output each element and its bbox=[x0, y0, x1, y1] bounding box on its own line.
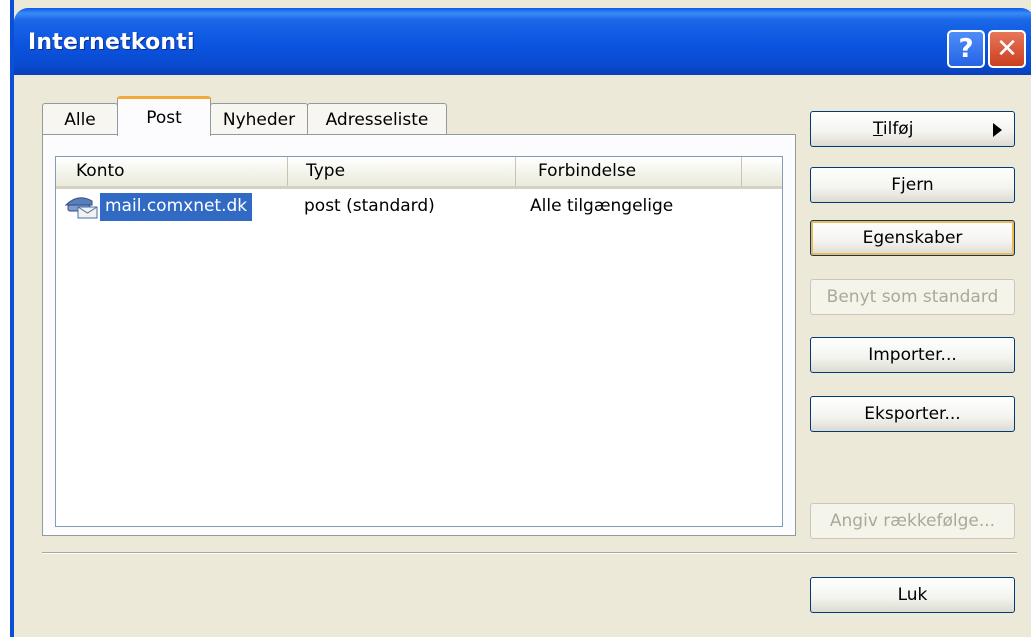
accounts-list[interactable]: Konto Type Forbindelse mail.comxnet.dk p… bbox=[55, 156, 783, 527]
close-button[interactable]: Luk bbox=[810, 577, 1015, 613]
account-connection-cell: Alle tilgængelige bbox=[530, 196, 674, 216]
post-tab-panel: Konto Type Forbindelse mail.comxnet.dk p… bbox=[42, 134, 796, 536]
properties-button[interactable]: Egenskaber bbox=[810, 220, 1015, 256]
table-row[interactable]: mail.comxnet.dk post (standard) Alle til… bbox=[60, 193, 760, 221]
title-bar[interactable]: Internetkonti ? ✕ bbox=[14, 8, 1031, 75]
tab-adresseliste[interactable]: Adresseliste bbox=[307, 103, 447, 135]
set-default-button[interactable]: Benyt som standard bbox=[810, 279, 1015, 315]
import-button[interactable]: Importer... bbox=[810, 337, 1015, 373]
add-button-label: Tilføj bbox=[873, 119, 914, 139]
tab-alle[interactable]: Alle bbox=[42, 103, 118, 135]
help-button[interactable]: ? bbox=[947, 30, 985, 68]
account-name-cell[interactable]: mail.comxnet.dk bbox=[100, 193, 253, 221]
separator-line bbox=[42, 552, 1017, 554]
account-type-cell: post (standard) bbox=[304, 196, 435, 216]
column-header-konto[interactable]: Konto bbox=[56, 157, 288, 186]
set-order-button[interactable]: Angiv rækkefølge... bbox=[810, 503, 1015, 539]
close-window-button[interactable]: ✕ bbox=[988, 30, 1026, 68]
tab-nyheder[interactable]: Nyheder bbox=[210, 103, 308, 135]
add-button[interactable]: Tilføj bbox=[810, 111, 1015, 147]
column-header-type[interactable]: Type bbox=[288, 157, 516, 186]
window-title: Internetkonti bbox=[28, 30, 195, 55]
submenu-arrow-icon bbox=[993, 123, 1002, 137]
export-button[interactable]: Eksporter... bbox=[810, 396, 1015, 432]
tab-post[interactable]: Post bbox=[117, 96, 211, 136]
mail-account-icon bbox=[64, 197, 98, 219]
list-header: Konto Type Forbindelse bbox=[56, 157, 782, 189]
close-icon: ✕ bbox=[996, 34, 1018, 64]
remove-button[interactable]: Fjern bbox=[810, 167, 1015, 203]
column-header-forbindelse[interactable]: Forbindelse bbox=[516, 157, 742, 186]
internet-accounts-dialog: Internetkonti ? ✕ Alle Post Nyheder Adre… bbox=[10, 0, 1031, 637]
